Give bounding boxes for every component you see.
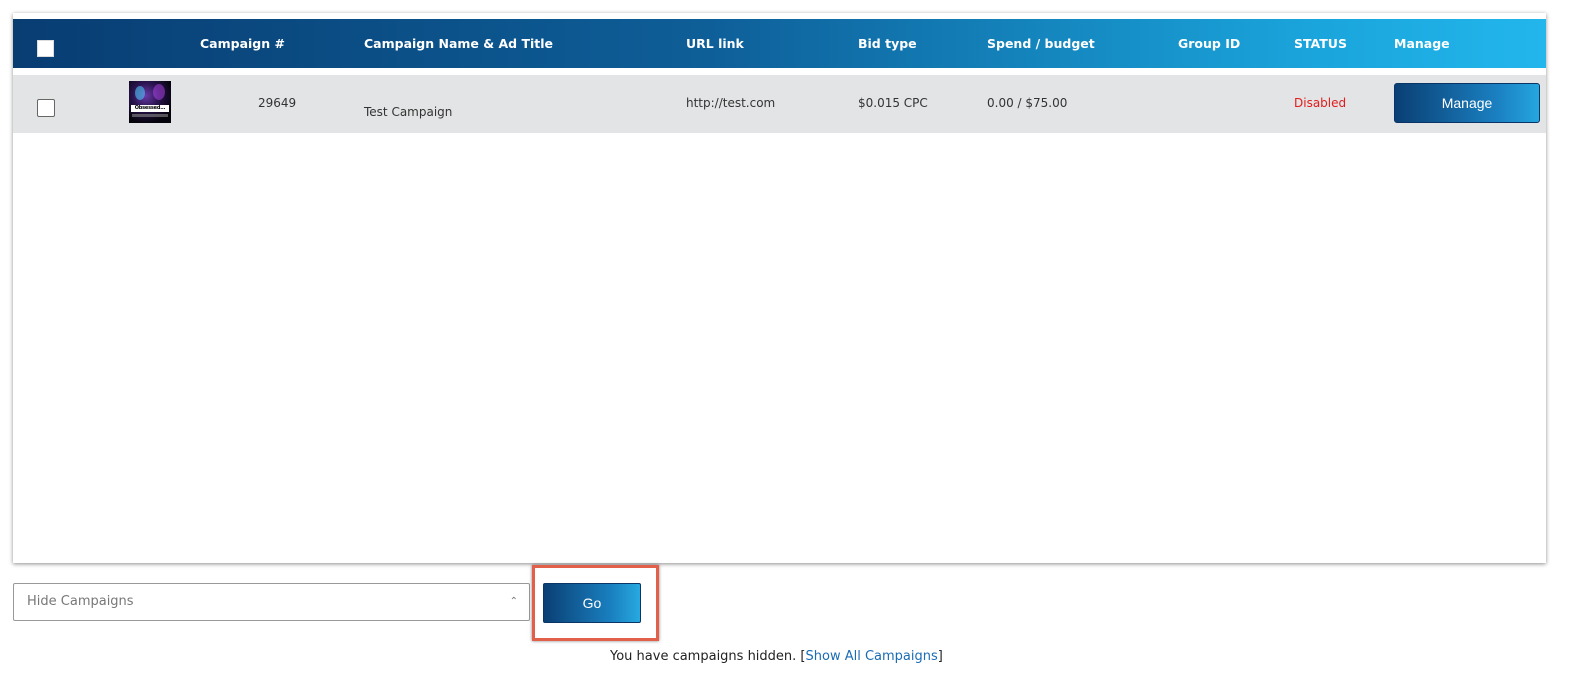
header-group-id[interactable]: Group ID — [1178, 36, 1240, 51]
hide-campaigns-select[interactable]: Hide Campaigns ⌃ — [13, 583, 530, 621]
go-button[interactable]: Go — [543, 583, 641, 623]
header-spend-budget[interactable]: Spend / budget — [987, 36, 1095, 51]
header-bid-type[interactable]: Bid type — [858, 36, 917, 51]
row-checkbox[interactable] — [37, 99, 55, 117]
chevron-up-icon: ⌃ — [509, 596, 518, 607]
manage-button[interactable]: Manage — [1394, 83, 1540, 123]
campaign-name: Test Campaign — [364, 105, 453, 119]
campaign-number: 29649 — [258, 96, 297, 110]
status-badge: Disabled — [1294, 96, 1347, 110]
header-campaign-name[interactable]: Campaign Name & Ad Title — [364, 36, 553, 51]
campaign-url: http://test.com — [686, 96, 776, 110]
thumbnail-logo: Obsessed... — [131, 105, 169, 112]
hidden-notice-text: You have campaigns hidden. [ — [610, 649, 806, 664]
show-all-campaigns-link[interactable]: Show All Campaigns — [806, 649, 938, 664]
thumbnail-glow-left — [135, 86, 145, 100]
header-status[interactable]: STATUS — [1294, 36, 1347, 51]
campaign-bid-type: $0.015 CPC — [858, 96, 928, 110]
hidden-notice-suffix: ] — [937, 649, 943, 664]
select-all-checkbox[interactable] — [37, 40, 54, 57]
campaign-thumbnail: Obsessed... — [129, 81, 171, 123]
table-header: Campaign # Campaign Name & Ad Title URL … — [13, 19, 1546, 68]
header-url-link[interactable]: URL link — [686, 36, 744, 51]
header-manage: Manage — [1394, 36, 1450, 51]
header-campaign-number[interactable]: Campaign # — [200, 36, 285, 51]
thumbnail-glow-right — [153, 84, 165, 100]
campaign-spend-budget: 0.00 / $75.00 — [987, 96, 1068, 110]
campaign-table: Campaign # Campaign Name & Ad Title URL … — [13, 13, 1546, 563]
hide-campaigns-placeholder: Hide Campaigns — [27, 594, 134, 609]
hidden-campaigns-notice: You have campaigns hidden. [Show All Cam… — [610, 649, 943, 664]
table-row: Obsessed... 29649 Test Campaign http://t… — [13, 75, 1546, 133]
thumbnail-tagline — [132, 114, 168, 117]
